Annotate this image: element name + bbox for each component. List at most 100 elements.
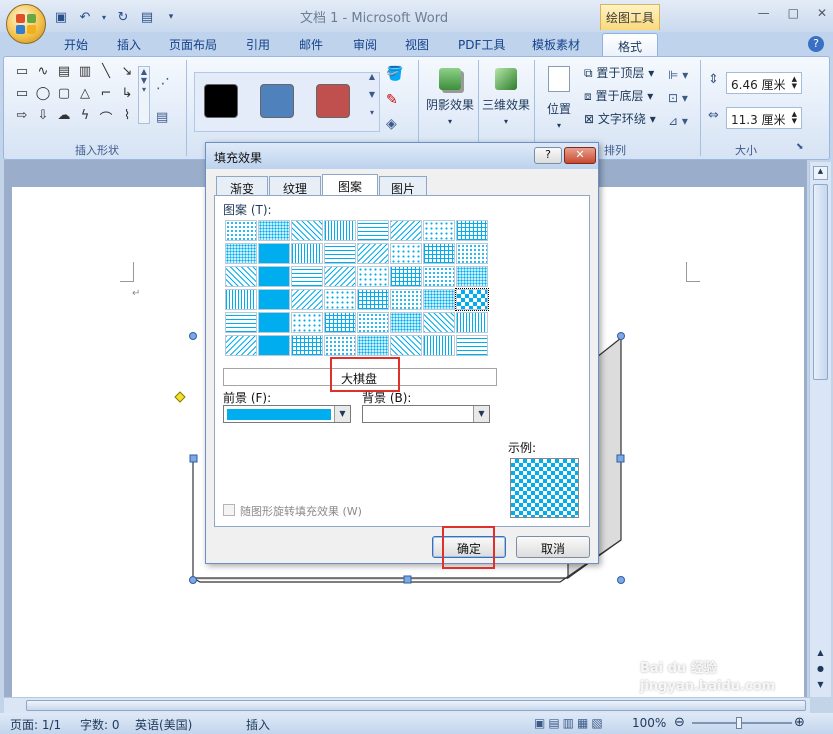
tab-texture[interactable]: 纹理 bbox=[269, 176, 321, 196]
width-input[interactable]: 11.3 厘米 ▲ ▼ bbox=[726, 107, 802, 129]
tab-pattern[interactable]: 图案 bbox=[322, 174, 378, 196]
pattern-cell[interactable] bbox=[390, 335, 422, 356]
pattern-cell[interactable] bbox=[291, 312, 323, 333]
layout-icon[interactable]: ▤ bbox=[138, 8, 156, 26]
tab-view[interactable]: 视图 bbox=[405, 36, 429, 56]
pattern-cell[interactable] bbox=[456, 335, 488, 356]
pattern-cell[interactable] bbox=[455, 288, 489, 311]
pattern-cell[interactable] bbox=[390, 243, 422, 264]
customize-qat-icon[interactable]: ▾ bbox=[162, 8, 180, 26]
pattern-cell[interactable] bbox=[390, 266, 422, 287]
pattern-cell[interactable] bbox=[423, 312, 455, 333]
tab-templates[interactable]: 模板素材 bbox=[532, 36, 580, 56]
shape-gallery[interactable]: ▭ ∿ ▤ ▥ ╲ ↘ ▭ ◯ ▢ △ ⌐ ↳ ⇨ ⇩ ☁ ϟ ⌒ ⌇ bbox=[12, 64, 138, 128]
size-dialog-launcher-icon[interactable]: ⬊ bbox=[796, 142, 804, 152]
edit-shape-icon[interactable]: ⋰ bbox=[156, 76, 170, 92]
pattern-cell[interactable] bbox=[423, 335, 455, 356]
pattern-cell[interactable] bbox=[390, 220, 422, 241]
foreground-select[interactable]: ▼ bbox=[223, 405, 351, 423]
pattern-cell[interactable] bbox=[225, 243, 257, 264]
line-color-icon[interactable]: ✎ bbox=[386, 92, 398, 108]
pattern-cell[interactable] bbox=[456, 266, 488, 287]
undo-icon[interactable]: ↶ bbox=[76, 8, 94, 26]
tab-mailings[interactable]: 邮件 bbox=[299, 36, 323, 56]
pattern-cell[interactable] bbox=[258, 220, 290, 241]
bring-to-front-button[interactable]: ⧉ 置于顶层 ▾ bbox=[584, 64, 654, 81]
style-swatch-blue[interactable] bbox=[260, 84, 294, 118]
pattern-cell[interactable] bbox=[291, 220, 323, 241]
pattern-cell[interactable] bbox=[324, 289, 356, 310]
insert-mode[interactable]: 插入 bbox=[246, 716, 270, 733]
tab-picture[interactable]: 图片 bbox=[379, 176, 427, 196]
pattern-cell[interactable] bbox=[357, 312, 389, 333]
position-button[interactable]: 位置 ▾ bbox=[540, 64, 578, 131]
pattern-cell[interactable] bbox=[357, 289, 389, 310]
pattern-cell[interactable] bbox=[423, 220, 455, 241]
cancel-button[interactable]: 取消 bbox=[516, 536, 590, 558]
pattern-cell[interactable] bbox=[291, 335, 323, 356]
page-indicator[interactable]: 页面: 1/1 bbox=[10, 716, 61, 733]
pattern-cell[interactable] bbox=[324, 312, 356, 333]
pattern-cell[interactable] bbox=[357, 266, 389, 287]
tab-pdf-tools[interactable]: PDF工具 bbox=[458, 36, 505, 56]
pattern-cell[interactable] bbox=[258, 243, 290, 264]
shape-gallery-scroll[interactable]: ▲ ▼ ▾ bbox=[138, 66, 150, 124]
style-swatch-black[interactable] bbox=[204, 84, 238, 118]
pattern-cell[interactable] bbox=[324, 266, 356, 287]
pattern-cell[interactable] bbox=[423, 243, 455, 264]
pattern-grid[interactable] bbox=[225, 220, 489, 356]
pattern-cell[interactable] bbox=[258, 335, 290, 356]
save-icon[interactable]: ▣ bbox=[52, 8, 70, 26]
height-input[interactable]: 6.46 厘米 ▲ ▼ bbox=[726, 72, 802, 94]
pattern-cell[interactable] bbox=[324, 335, 356, 356]
pattern-cell[interactable] bbox=[291, 266, 323, 287]
zoom-slider[interactable] bbox=[692, 722, 792, 724]
close-icon[interactable]: ✕ bbox=[817, 6, 827, 20]
pattern-cell[interactable] bbox=[258, 312, 290, 333]
pattern-cell[interactable] bbox=[225, 266, 257, 287]
pattern-cell[interactable] bbox=[390, 289, 422, 310]
tab-review[interactable]: 审阅 bbox=[353, 36, 377, 56]
fill-color-icon[interactable]: 🪣 bbox=[386, 66, 403, 82]
pattern-cell[interactable] bbox=[456, 220, 488, 241]
maximize-icon[interactable]: □ bbox=[788, 6, 799, 20]
send-to-back-button[interactable]: ⧈ 置于底层 ▾ bbox=[584, 87, 653, 104]
pattern-cell[interactable] bbox=[357, 220, 389, 241]
pattern-cell[interactable] bbox=[225, 312, 257, 333]
pattern-cell[interactable] bbox=[258, 289, 290, 310]
pattern-cell[interactable] bbox=[225, 335, 257, 356]
rotate-checkbox[interactable] bbox=[223, 504, 235, 516]
vertical-scrollbar[interactable]: ▲ ▲ ● ▼ bbox=[809, 162, 831, 697]
tab-references[interactable]: 引用 bbox=[246, 36, 270, 56]
text-wrap-button[interactable]: ⊠ 文字环绕 ▾ bbox=[584, 110, 656, 127]
tab-home[interactable]: 开始 bbox=[64, 36, 88, 56]
pattern-cell[interactable] bbox=[423, 289, 455, 310]
help-icon[interactable]: ? bbox=[808, 36, 824, 52]
zoom-in-icon[interactable]: ⊕ bbox=[794, 715, 805, 730]
pattern-cell[interactable] bbox=[423, 266, 455, 287]
pattern-cell[interactable] bbox=[258, 266, 290, 287]
word-count[interactable]: 字数: 0 bbox=[80, 716, 120, 733]
pattern-cell[interactable] bbox=[324, 220, 356, 241]
shadow-effect-button[interactable]: 阴影效果 ▾ bbox=[424, 64, 476, 127]
zoom-level[interactable]: 100% bbox=[632, 716, 666, 730]
threed-effect-button[interactable]: 三维效果 ▾ bbox=[480, 64, 532, 127]
zoom-slider-thumb[interactable] bbox=[736, 717, 742, 729]
pattern-cell[interactable] bbox=[357, 243, 389, 264]
dialog-close-button[interactable]: ✕ bbox=[564, 147, 596, 164]
pattern-cell[interactable] bbox=[291, 289, 323, 310]
pattern-cell[interactable] bbox=[291, 243, 323, 264]
styles-scroll[interactable]: ▲ ▼ ▾ bbox=[364, 72, 380, 132]
redo-icon[interactable]: ↻ bbox=[114, 8, 132, 26]
tab-gradient[interactable]: 渐变 bbox=[216, 176, 268, 196]
view-buttons-icon[interactable]: ▣▤▥▦▧ bbox=[534, 716, 606, 730]
background-select[interactable]: ▼ bbox=[362, 405, 490, 423]
change-shape-icon[interactable]: ◈ bbox=[386, 116, 397, 132]
pattern-cell[interactable] bbox=[456, 312, 488, 333]
pattern-cell[interactable] bbox=[456, 243, 488, 264]
pattern-cell[interactable] bbox=[225, 220, 257, 241]
pattern-cell[interactable] bbox=[357, 335, 389, 356]
tab-format[interactable]: 格式 bbox=[602, 33, 658, 57]
horizontal-scrollbar[interactable] bbox=[4, 697, 810, 713]
text-box-icon[interactable]: ▤ bbox=[156, 110, 168, 125]
